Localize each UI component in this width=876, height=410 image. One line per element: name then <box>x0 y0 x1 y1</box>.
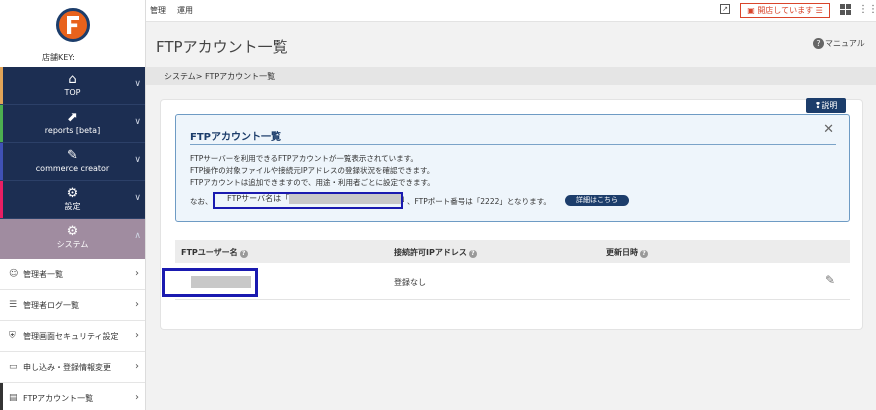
store-open-status-label: 開店しています <box>757 6 814 15</box>
manual-label: マニュアル <box>825 39 865 48</box>
chevron-right-icon: › <box>135 268 139 279</box>
table-header: FTPユーザー名? 接続許可IPアドレス? 更新日時? <box>175 240 850 263</box>
chevron-right-icon: › <box>135 330 139 341</box>
column-header-label: 接続許可IPアドレス <box>394 248 467 257</box>
grid-icon[interactable] <box>840 4 851 15</box>
store-icon: ▣ <box>747 6 755 15</box>
column-header-updated[interactable]: 更新日時? <box>606 247 648 258</box>
ip-cell: 登録なし <box>394 278 426 287</box>
info-line-2: FTP操作の対象ファイルや接続元IPアドレスの登録状況を確認できます。 <box>190 166 435 175</box>
shield-icon: ⛨ <box>9 331 16 341</box>
server-icon: ▤ <box>9 393 18 403</box>
gear-icon: ⚙ <box>66 224 79 239</box>
nav-accent <box>0 181 3 218</box>
breadcrumb: システム> FTPアカウント一覧 <box>164 72 276 81</box>
store-key-label: 店舗KEY: <box>42 53 75 62</box>
nav-accent <box>0 67 3 104</box>
card-icon: ▭ <box>9 362 18 372</box>
chevron-right-icon: › <box>135 299 139 310</box>
menu-icon: ☰ <box>815 6 823 15</box>
sidebar-item-registration[interactable]: ▭ 申し込み・登録情報変更 › <box>0 352 145 383</box>
nav-reports-label: reports [beta] <box>44 126 101 135</box>
page-title: FTPアカウント一覧 <box>156 38 288 56</box>
sidebar-item-label: 管理者ログ一覧 <box>23 300 79 310</box>
store-open-status-button[interactable]: ▣ 開店しています ☰ <box>740 3 830 18</box>
column-header-ip[interactable]: 接続許可IPアドレス? <box>394 247 477 258</box>
brand-logo[interactable] <box>56 8 90 42</box>
ftp-server-highlight <box>213 192 403 209</box>
help-icon: ? <box>640 250 648 258</box>
close-icon[interactable]: ✕ <box>823 122 834 137</box>
help-button-label: 説明 <box>821 101 838 110</box>
nav-system-label: システム <box>56 240 89 249</box>
logo-area: 店舗KEY: <box>0 0 145 67</box>
sidebar-item-label: 申し込み・登録情報変更 <box>23 362 111 372</box>
sidebar-item-security[interactable]: ⛨ 管理画面セキュリティ設定 › <box>0 321 145 352</box>
chevron-down-icon[interactable]: ∨ <box>134 193 141 203</box>
column-header-username[interactable]: FTPユーザー名? <box>181 247 248 258</box>
top-link-operate[interactable]: 運用 <box>177 5 193 16</box>
apps-icon[interactable]: ⋮⋮ <box>858 4 876 15</box>
sidebar-item-ftp-accounts[interactable]: ▤ FTPアカウント一覧 › <box>0 383 145 410</box>
log-icon: ☰ <box>9 300 18 310</box>
info-title: FTPアカウント一覧 <box>190 132 281 143</box>
top-link-manage[interactable]: 管理 <box>150 5 166 16</box>
info-line-1: FTPサーバーを利用できるFTPアカウントが一覧表示されています。 <box>190 154 418 163</box>
help-button[interactable]: ❢説明 <box>806 98 846 113</box>
sidebar-item-label: 管理者一覧 <box>23 269 63 279</box>
help-icon: ? <box>239 250 248 258</box>
nav-accent <box>0 143 3 180</box>
edit-pencil-icon[interactable]: ✎ <box>825 273 835 287</box>
external-link-icon[interactable]: ↗ <box>720 4 730 14</box>
manual-link[interactable]: ? マニュアル <box>813 38 865 49</box>
nav-accent <box>0 105 3 142</box>
sidebar: 店舗KEY: ⌂ TOP ∨ ⬈ reports [beta] ∨ ✎ comm… <box>0 0 146 410</box>
gear-icon: ⚙ <box>66 186 79 201</box>
nav-reports[interactable]: ⬈ reports [beta] ∨ <box>0 105 145 143</box>
top-bar: 管理 運用 ↗ ▣ 開店しています ☰ ⋮⋮ <box>146 0 876 22</box>
sidebar-item-admin-logs[interactable]: ☰ 管理者ログ一覧 › <box>0 290 145 321</box>
sidebar-item-admins[interactable]: ☺ 管理者一覧 › <box>0 259 145 290</box>
chevron-down-icon[interactable]: ∨ <box>134 155 141 165</box>
sidebar-item-label: 管理画面セキュリティ設定 <box>23 331 119 341</box>
nav-commerce-creator-label: commerce creator <box>35 164 110 173</box>
nav-settings-label: 設定 <box>64 202 81 211</box>
wrench-icon: ✎ <box>67 148 78 163</box>
chevron-right-icon: › <box>135 361 139 372</box>
info-prefix: なお、 <box>190 197 213 206</box>
home-icon: ⌂ <box>68 72 77 87</box>
chart-icon: ⬈ <box>67 110 78 125</box>
table-row[interactable]: 登録なし ✎ <box>162 263 850 300</box>
breadcrumb-bar: システム> FTPアカウント一覧 <box>146 67 876 85</box>
nav-top-label: TOP <box>64 88 81 97</box>
username-highlight <box>162 268 258 297</box>
help-circle-icon: ? <box>813 38 824 49</box>
nav-commerce-creator[interactable]: ✎ commerce creator ∨ <box>0 143 145 181</box>
chevron-right-icon: › <box>135 392 139 403</box>
nav-settings[interactable]: ⚙ 設定 ∨ <box>0 181 145 219</box>
nav-system[interactable]: ⚙ システム ∧ <box>0 219 145 259</box>
content-card: ❢説明 FTPアカウント一覧 ✕ FTPサーバーを利用できるFTPアカウントが一… <box>160 98 863 330</box>
chevron-up-icon[interactable]: ∧ <box>134 231 141 241</box>
info-divider <box>190 144 836 145</box>
chevron-down-icon[interactable]: ∨ <box>134 79 141 89</box>
column-header-label: FTPユーザー名 <box>181 248 238 257</box>
sidebar-item-label: FTPアカウント一覧 <box>23 393 94 403</box>
help-icon: ? <box>468 250 477 258</box>
details-button[interactable]: 詳細はこちら <box>565 195 629 206</box>
column-header-label: 更新日時 <box>606 248 638 257</box>
chevron-down-icon[interactable]: ∨ <box>134 117 141 127</box>
ftp-port-text: 、FTPポート番号は「2222」となります。 <box>407 197 551 206</box>
nav-top[interactable]: ⌂ TOP ∨ <box>0 67 145 105</box>
info-line-3: FTPアカウントは追加できますので、用途・利用者ごとに設定できます。 <box>190 178 435 187</box>
info-panel: FTPアカウント一覧 ✕ FTPサーバーを利用できるFTPアカウントが一覧表示さ… <box>175 114 850 222</box>
users-icon: ☺ <box>9 269 19 279</box>
